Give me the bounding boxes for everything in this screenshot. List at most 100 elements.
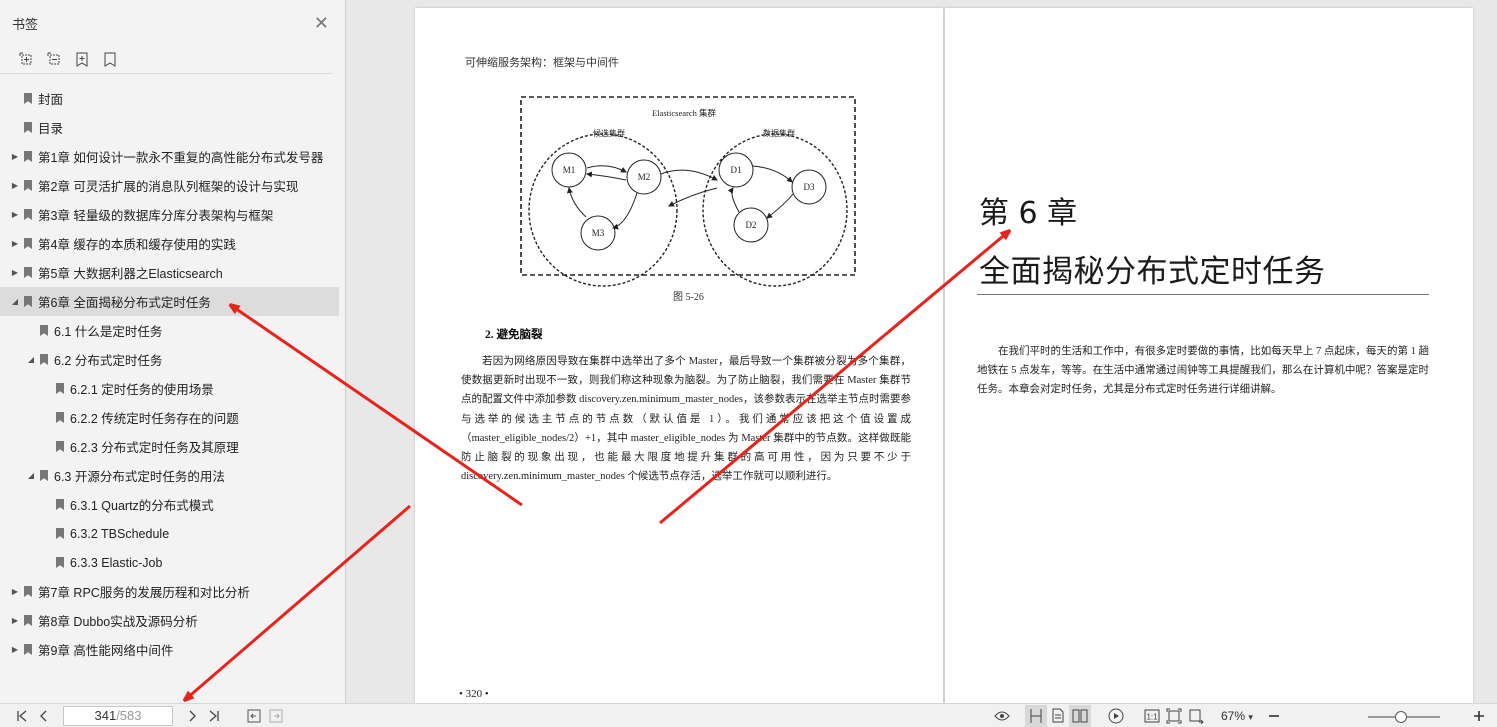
chapter-number: 第 6 章 (979, 196, 1078, 231)
bookmark-item[interactable]: ▶ 第4章 缓存的本质和缓存使用的实践 (0, 229, 346, 258)
two-page-view-icon[interactable] (1069, 704, 1091, 727)
fit-page-icon[interactable] (1163, 705, 1185, 727)
chapter-rule (977, 294, 1429, 295)
chevron-right-icon[interactable]: ▶ (10, 645, 20, 654)
zoom-out-icon[interactable] (1263, 705, 1285, 727)
actual-size-icon[interactable]: 1:1 (1141, 705, 1163, 727)
bookmark-item[interactable]: ▶ 第8章 Dubbo实战及源码分析 (0, 606, 346, 635)
bookmark-item[interactable]: ◢ 6.3 开源分布式定时任务的用法 (0, 461, 346, 490)
rotate-icon[interactable] (1185, 705, 1207, 727)
first-page-icon[interactable] (11, 705, 33, 727)
next-page-icon[interactable] (181, 705, 203, 727)
bookmark-label: 6.3.1 Quartz的分布式模式 (70, 499, 214, 513)
document-page-right: 第 6 章 全面揭秘分布式定时任务 在我们平时的生活和工作中，有很多定时要做的事… (945, 8, 1473, 703)
edge-d2-d1 (727, 187, 740, 213)
chevron-right-icon[interactable]: ▶ (10, 587, 20, 596)
total-pages: /583 (116, 708, 142, 723)
bookmark-item[interactable]: ▶ 第5章 大数据利器之Elasticsearch (0, 258, 346, 287)
bookmark-flag-icon (24, 151, 32, 162)
play-icon[interactable] (1105, 705, 1127, 727)
bookmark-label: 6.3.3 Elastic-Job (70, 555, 163, 570)
body-paragraph: 若因为网络原因导致在集群中选举出了多个 Master，最后导致一个集群被分裂为多… (461, 356, 911, 483)
chevron-right-icon[interactable]: ▶ (10, 152, 20, 161)
bookmark-flag-icon (24, 296, 32, 307)
bookmark-item[interactable]: 6.1 什么是定时任务 (0, 316, 346, 345)
chevron-right-icon[interactable]: ▶ (10, 210, 20, 219)
running-head: 可伸缩服务架构：框架与中间件 (465, 57, 619, 69)
bookmark-flag-icon (24, 238, 32, 249)
bookmark-item[interactable]: 封面 (0, 84, 346, 113)
document-view[interactable]: 可伸缩服务架构：框架与中间件 Elasticsearch 集群 候选集群 数据集… (347, 0, 1497, 703)
chevron-down-icon[interactable]: ◢ (10, 297, 20, 306)
bookmark-flag-icon (40, 470, 48, 481)
bookmark-flag-icon (40, 325, 48, 336)
zoom-dropdown[interactable]: 67% ▾ (1221, 709, 1269, 723)
zoom-in-icon[interactable] (1468, 705, 1490, 727)
single-page-view-icon[interactable] (1025, 704, 1047, 727)
current-page: 341 (94, 708, 117, 723)
figure-caption: 图 5-26 (673, 292, 704, 303)
bookmark-label: 第9章 高性能网络中间件 (38, 644, 174, 658)
bookmark-item[interactable]: ▶ 第1章 如何设计一款永不重复的高性能分布式发号器 (0, 142, 346, 171)
bookmark-label: 6.1 什么是定时任务 (54, 325, 163, 339)
bookmark-flag-icon (56, 412, 64, 423)
bookmark-label: 第8章 Dubbo实战及源码分析 (38, 615, 198, 629)
chevron-down-icon[interactable]: ◢ (26, 471, 36, 480)
bookmark-icon[interactable] (102, 52, 118, 68)
node-d3-label: D3 (804, 182, 815, 192)
bookmark-item[interactable]: ◢ 6.2 分布式定时任务 (0, 345, 346, 374)
bookmark-item[interactable]: 6.2.2 传统定时任务存在的问题 (0, 403, 346, 432)
bookmark-item[interactable]: 6.3.1 Quartz的分布式模式 (0, 490, 346, 519)
history-forward-icon[interactable] (265, 705, 287, 727)
chevron-right-icon[interactable]: ▶ (10, 616, 20, 625)
bookmark-item[interactable]: ▶ 第9章 高性能网络中间件 (0, 635, 346, 664)
bookmark-item[interactable]: ▶ 第7章 RPC服务的发展历程和对比分析 (0, 577, 346, 606)
candidate-group-label: 候选集群 (593, 128, 625, 138)
bookmark-item[interactable]: ◢ 第6章 全面揭秘分布式定时任务 (0, 287, 339, 316)
chevron-right-icon[interactable]: ▶ (10, 181, 20, 190)
svg-text:1:1: 1:1 (1146, 712, 1158, 721)
bookmark-label: 封面 (38, 93, 64, 107)
bookmark-item[interactable]: 6.2.1 定时任务的使用场景 (0, 374, 346, 403)
bookmark-label: 6.2.3 分布式定时任务及其原理 (70, 441, 239, 455)
page-number-input[interactable]: 341/583 (63, 705, 173, 726)
bookmark-item[interactable]: 6.2.3 分布式定时任务及其原理 (0, 432, 346, 461)
eye-protection-icon[interactable] (991, 705, 1013, 727)
continuous-view-icon[interactable] (1047, 705, 1069, 727)
prev-page-icon[interactable] (33, 705, 55, 727)
bookmark-flag-icon (24, 615, 32, 626)
last-page-icon[interactable] (203, 705, 225, 727)
add-bookmark-icon[interactable] (74, 52, 90, 68)
bookmark-label: 6.2 分布式定时任务 (54, 354, 163, 368)
bookmark-label: 第1章 如何设计一款永不重复的高性能分布式发号器 (38, 151, 324, 165)
bookmark-item[interactable]: ▶ 第2章 可灵活扩展的消息队列框架的设计与实现 (0, 171, 346, 200)
chapter-title: 全面揭秘分布式定时任务 (979, 254, 1326, 290)
chevron-right-icon[interactable]: ▶ (10, 239, 20, 248)
bookmark-flag-icon (56, 557, 64, 568)
node-m2-label: M2 (638, 172, 651, 182)
collapse-all-icon[interactable] (46, 52, 62, 68)
bookmark-item[interactable]: 6.3.3 Elastic-Job (0, 548, 346, 577)
cluster-label: Elasticsearch 集群 (652, 108, 716, 118)
bookmark-item[interactable]: 6.3.2 TBSchedule (0, 519, 346, 548)
page-number: • 320 • (459, 688, 489, 700)
node-m1-label: M1 (563, 165, 576, 175)
bookmark-toolbar (0, 46, 333, 74)
chevron-right-icon[interactable]: ▶ (10, 268, 20, 277)
expand-all-icon[interactable] (18, 52, 34, 68)
bookmark-label: 第4章 缓存的本质和缓存使用的实践 (38, 238, 236, 252)
chevron-down-icon: ▾ (1248, 711, 1253, 722)
node-d1-label: D1 (731, 165, 742, 175)
bottom-toolbar: 341/583 1:1 67% ▾ (0, 703, 1497, 727)
zoom-slider-handle[interactable] (1395, 711, 1407, 723)
bookmark-flag-icon (24, 122, 32, 133)
chevron-down-icon[interactable]: ◢ (26, 355, 36, 364)
history-back-icon[interactable] (243, 705, 265, 727)
bookmark-item[interactable]: 目录 (0, 113, 346, 142)
close-icon[interactable]: ✕ (314, 14, 329, 32)
edge-m3-m1 (566, 187, 587, 218)
bookmark-item[interactable]: ▶ 第3章 轻量级的数据库分库分表架构与框架 (0, 200, 346, 229)
bookmark-label: 6.2.1 定时任务的使用场景 (70, 383, 214, 397)
edge-d1-d3 (752, 165, 793, 183)
bookmark-flag-icon (56, 441, 64, 452)
